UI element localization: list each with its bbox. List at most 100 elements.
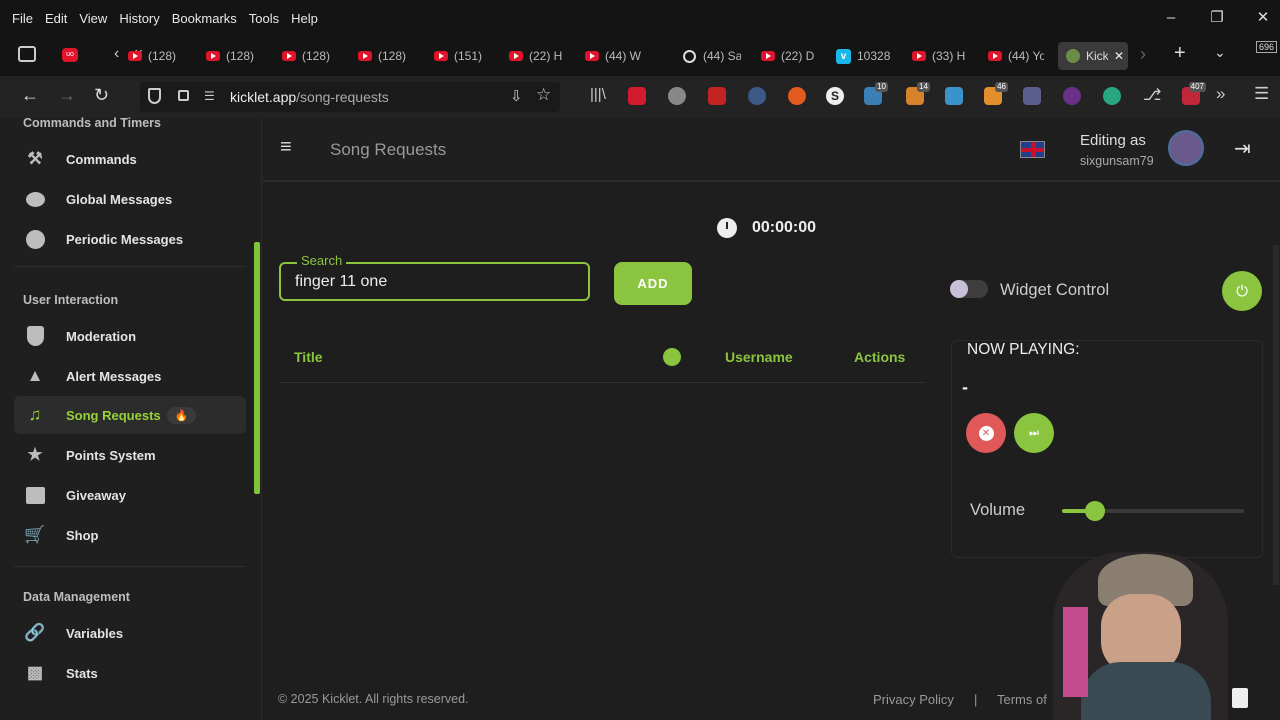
tab-list-icon[interactable]: ⌄ bbox=[1214, 44, 1226, 61]
sidebar-item-global-messages[interactable]: Global Messages bbox=[14, 180, 246, 218]
extensions-puzzle-icon[interactable]: ⎇ bbox=[1143, 85, 1161, 105]
menu-bookmarks[interactable]: Bookmarks bbox=[172, 11, 237, 26]
search-input[interactable]: finger 11 one bbox=[295, 273, 387, 291]
extension-icon[interactable] bbox=[628, 87, 646, 105]
uk-flag-icon[interactable] bbox=[1020, 141, 1045, 158]
sidebar-item-label: Alert Messages bbox=[66, 368, 162, 384]
column-title[interactable]: Title bbox=[294, 349, 323, 365]
extension-icon[interactable] bbox=[788, 87, 806, 105]
extension-icon[interactable] bbox=[945, 87, 963, 105]
tab-youtube-7[interactable]: (44) W bbox=[585, 42, 641, 70]
close-window-icon[interactable]: ✕ bbox=[1253, 8, 1273, 28]
tab-scroll-left-icon[interactable]: ‹ bbox=[114, 45, 119, 63]
tab-vimeo[interactable]: v 10328 bbox=[836, 42, 892, 70]
tab-label: (44) W bbox=[605, 49, 641, 63]
tab-overview-icon[interactable] bbox=[18, 46, 36, 62]
address-bar[interactable]: ☰ kicklet.app/song-requests ⇩ ☆ bbox=[140, 82, 560, 112]
hamburger-menu-icon[interactable]: ☰ bbox=[1254, 84, 1269, 104]
sidebar-item-points-system[interactable]: ★ Points System bbox=[14, 436, 246, 474]
close-tab-icon[interactable]: ✕ bbox=[1114, 49, 1124, 63]
logout-icon[interactable]: ⇥ bbox=[1234, 136, 1251, 161]
forward-icon[interactable]: → bbox=[58, 85, 76, 106]
power-button[interactable]: ⏻ bbox=[1222, 271, 1262, 311]
back-icon[interactable]: ← bbox=[21, 85, 39, 106]
webcam-overlay bbox=[1053, 552, 1228, 720]
menu-toggle-icon[interactable]: ≡ bbox=[280, 136, 292, 159]
tracking-protection-icon[interactable] bbox=[148, 88, 161, 104]
bookmark-star-icon[interactable]: ☆ bbox=[536, 85, 551, 105]
overflow-menu-icon[interactable]: » bbox=[1216, 84, 1225, 104]
save-to-pocket-icon[interactable]: ⇩ bbox=[510, 87, 523, 105]
extension-icon[interactable] bbox=[1103, 87, 1121, 105]
extension-icon[interactable]: 14 bbox=[906, 82, 930, 105]
remove-song-button[interactable]: ✕ bbox=[966, 413, 1006, 453]
tab-youtube-1[interactable]: (128) bbox=[128, 42, 188, 70]
section-title-data-management: Data Management bbox=[23, 590, 130, 604]
menu-help[interactable]: Help bbox=[291, 11, 318, 26]
extension-icon[interactable]: 10 bbox=[864, 82, 888, 105]
add-button[interactable]: ADD bbox=[614, 262, 692, 305]
column-username[interactable]: Username bbox=[725, 349, 793, 365]
avatar[interactable] bbox=[1168, 130, 1204, 166]
sidebar-item-moderation[interactable]: Moderation bbox=[14, 317, 246, 355]
table-divider bbox=[279, 382, 926, 383]
tab-youtube-9[interactable]: (33) H bbox=[912, 42, 968, 70]
username: sixgunsam79 bbox=[1080, 154, 1154, 168]
tab-youtube-10[interactable]: (44) Yo bbox=[988, 42, 1044, 70]
tab-youtube-8[interactable]: (22) D bbox=[761, 42, 817, 70]
sidebar-item-shop[interactable]: 🛒 Shop bbox=[14, 516, 246, 554]
tab-media[interactable]: (44) Sa bbox=[683, 42, 741, 70]
url-text[interactable]: kicklet.app/song-requests bbox=[230, 89, 389, 105]
ublock-icon[interactable]: uo bbox=[62, 48, 78, 62]
tab-youtube-6[interactable]: (22) H bbox=[509, 42, 565, 70]
menu-view[interactable]: View bbox=[79, 11, 107, 26]
sidebar-item-commands[interactable]: ⚒ Commands bbox=[14, 140, 246, 178]
permissions-icon[interactable]: ☰ bbox=[204, 89, 215, 103]
extension-icon[interactable]: 46 bbox=[984, 82, 1008, 105]
sidebar-item-periodic-messages[interactable]: Periodic Messages bbox=[14, 220, 246, 258]
tab-youtube-2[interactable]: (128) bbox=[206, 42, 262, 70]
tab-kicklet[interactable]: Kick ✕ bbox=[1058, 42, 1128, 70]
menu-tools[interactable]: Tools bbox=[249, 11, 279, 26]
tab-youtube-5[interactable]: (151) bbox=[434, 42, 490, 70]
minimize-icon[interactable]: – bbox=[1161, 8, 1181, 28]
privacy-policy-link[interactable]: Privacy Policy bbox=[873, 692, 954, 707]
extension-icon[interactable] bbox=[708, 87, 726, 105]
extension-icon[interactable] bbox=[748, 87, 766, 105]
tab-youtube-4[interactable]: (128) bbox=[358, 42, 414, 70]
restore-icon[interactable]: ❐ bbox=[1207, 8, 1227, 28]
page-scrollbar[interactable] bbox=[1273, 245, 1279, 585]
tab-scroll-right-icon[interactable]: › bbox=[1140, 44, 1146, 65]
volume-handle[interactable] bbox=[1085, 501, 1105, 521]
extension-icon[interactable] bbox=[1063, 87, 1081, 105]
menu-history[interactable]: History bbox=[119, 11, 159, 26]
terms-link[interactable]: Terms of bbox=[997, 692, 1047, 707]
sidebar-item-alert-messages[interactable]: ▲ Alert Messages bbox=[14, 357, 246, 395]
sidebar-item-variables[interactable]: 🔗 Variables bbox=[14, 614, 246, 652]
extension-icon[interactable]: S bbox=[826, 87, 844, 105]
search-field[interactable]: Search finger 11 one bbox=[279, 253, 590, 301]
menu-file[interactable]: File bbox=[12, 11, 33, 26]
widget-control-toggle[interactable] bbox=[950, 280, 988, 298]
tab-label: (128) bbox=[378, 49, 407, 63]
sidebar-item-giveaway[interactable]: Giveaway bbox=[14, 476, 246, 514]
sidebar-scrollbar[interactable] bbox=[254, 242, 260, 494]
menu-edit[interactable]: Edit bbox=[45, 11, 67, 26]
tab-youtube-3[interactable]: (128) bbox=[282, 42, 338, 70]
document-icon[interactable] bbox=[1232, 688, 1248, 708]
sidebar-item-song-requests[interactable]: ♫ Song Requests 🔥 bbox=[14, 396, 246, 434]
extension-icon[interactable] bbox=[668, 87, 686, 105]
library-icon[interactable]: |||\ bbox=[590, 86, 606, 103]
extension-icon[interactable]: 407 bbox=[1182, 82, 1206, 105]
webcam-background bbox=[1063, 607, 1088, 697]
volume-slider[interactable] bbox=[1062, 501, 1244, 521]
skip-song-button[interactable]: ⏭ bbox=[1014, 413, 1054, 453]
column-actions[interactable]: Actions bbox=[854, 349, 905, 365]
sidebar-item-stats[interactable]: ▩ Stats bbox=[14, 654, 246, 692]
duration-clock-icon[interactable] bbox=[663, 348, 681, 366]
lock-icon[interactable] bbox=[178, 90, 189, 101]
play-circle-icon bbox=[683, 49, 696, 63]
new-tab-icon[interactable]: + bbox=[1174, 42, 1186, 65]
reload-icon[interactable]: ↻ bbox=[94, 85, 109, 106]
extension-icon[interactable] bbox=[1023, 87, 1041, 105]
